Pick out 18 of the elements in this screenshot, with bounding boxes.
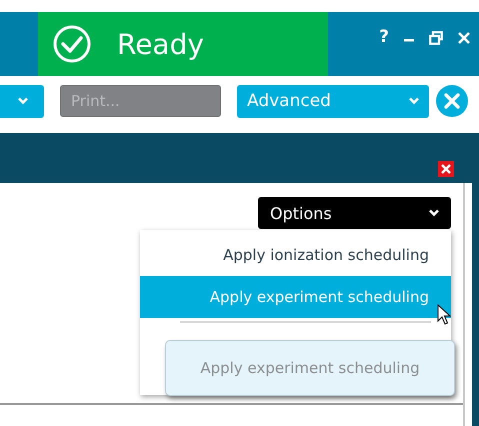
chevron-down-icon xyxy=(429,209,439,217)
status-text: Ready xyxy=(117,28,204,60)
check-circle-icon xyxy=(52,24,92,64)
tooltip: Apply experiment scheduling xyxy=(165,340,455,396)
dropdown[interactable] xyxy=(0,84,44,118)
print-field[interactable]: Print... xyxy=(60,85,221,117)
close-icon[interactable] xyxy=(435,84,469,118)
menu-item[interactable]: Apply ionization scheduling xyxy=(140,234,451,276)
menu-item[interactable]: Apply experiment scheduling xyxy=(140,276,451,318)
close-icon[interactable] xyxy=(457,31,471,45)
mode-dropdown[interactable]: Advanced xyxy=(237,84,429,118)
options-button[interactable]: Options xyxy=(258,197,451,229)
title-bar-segment xyxy=(0,12,38,76)
help-button[interactable]: ? xyxy=(379,28,389,46)
close-icon[interactable] xyxy=(438,161,454,177)
restore-icon[interactable] xyxy=(429,31,443,45)
chevron-down-icon xyxy=(18,97,28,105)
chevron-down-icon xyxy=(409,97,419,105)
